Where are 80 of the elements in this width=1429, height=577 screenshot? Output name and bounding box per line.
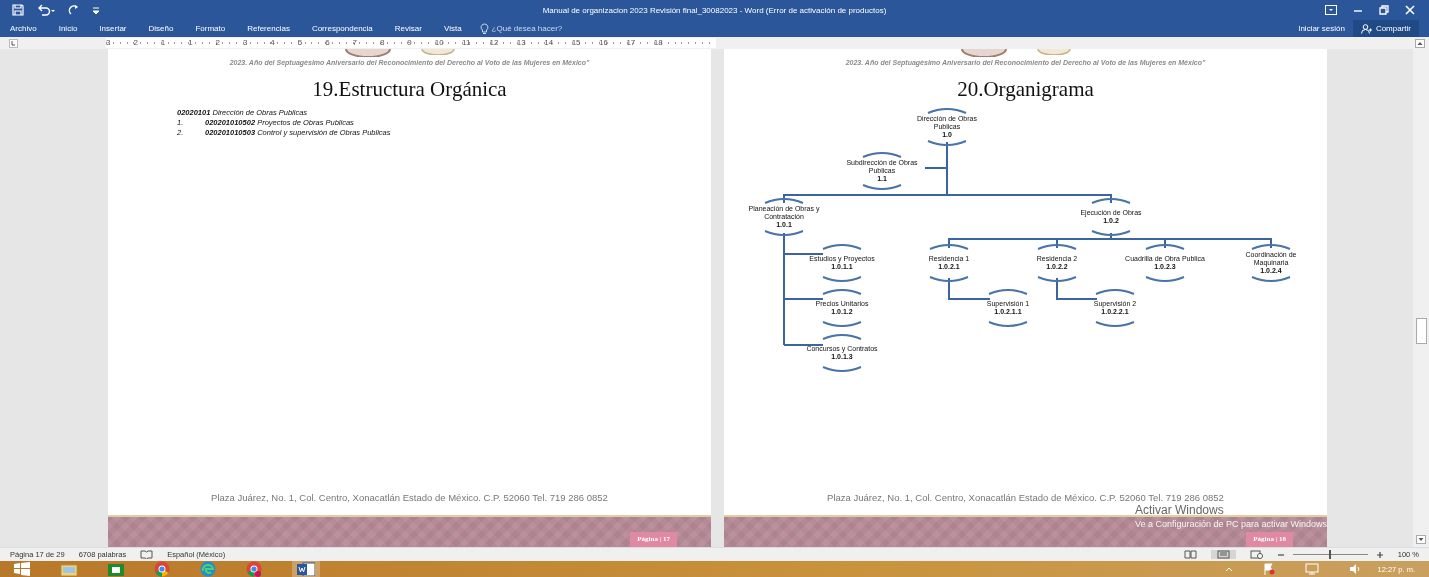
node-arc [764, 198, 804, 204]
chrome-icon[interactable] [246, 561, 262, 577]
vertical-scrollbar[interactable] [1413, 49, 1429, 547]
connector-line [948, 277, 991, 300]
node-arc [862, 152, 902, 158]
footer-address: Plaza Juárez, No. 1, Col. Centro, Xonacatlán Estado de México. C.P. 52060 Tel. 719 286 0852 [211, 492, 608, 503]
sign-in-link[interactable]: Iniciar sesión [1298, 24, 1345, 33]
node-arc [822, 276, 862, 282]
tab-selector-icon[interactable] [9, 38, 18, 48]
node-arc [1095, 321, 1135, 327]
node-arc [1091, 230, 1131, 236]
restore-icon[interactable] [1379, 5, 1389, 15]
customize-caret-icon[interactable] [92, 5, 100, 15]
ribbon-tab[interactable]: Referencias [247, 24, 290, 33]
scroll-up-icon[interactable] [1415, 39, 1425, 48]
undo-icon[interactable] [36, 4, 56, 16]
lightbulb-icon [479, 23, 489, 34]
node-arc [929, 276, 969, 282]
ribbon-tab[interactable]: Inicio [58, 24, 78, 33]
ribbon-tab[interactable]: Correspondencia [311, 24, 373, 33]
seal-drawing [419, 49, 456, 55]
ribbon-tab[interactable]: Diseño [148, 24, 174, 33]
scroll-down-icon[interactable] [1416, 535, 1426, 544]
node-arc [1037, 276, 1077, 282]
seal-drawing [1035, 49, 1072, 55]
node-arc [822, 334, 862, 340]
tray-caret-icon[interactable] [1225, 566, 1234, 572]
node-arc [988, 289, 1028, 295]
window-title: Manual de organizacion 2023 Revisión final_30082023 - Word (Error de activación de productos) [541, 5, 888, 15]
node-arc [1145, 244, 1185, 250]
word-icon[interactable] [297, 562, 315, 576]
ribbon-tab[interactable]: Vista [443, 24, 462, 33]
close-icon[interactable] [1405, 5, 1415, 15]
scroll-thumb[interactable] [1416, 318, 1427, 344]
node-arc [929, 244, 969, 250]
ribbon-tab[interactable]: Insertar [99, 24, 127, 33]
node-arc [1145, 276, 1185, 282]
node-arc [822, 289, 862, 295]
zoom-in-icon[interactable] [1375, 550, 1384, 559]
connector-line [1056, 277, 1098, 300]
web-layout-icon[interactable] [1249, 550, 1263, 559]
section-heading: 19.Estructura Orgánica [312, 77, 507, 102]
volume-icon[interactable] [1349, 563, 1362, 575]
flag-icon[interactable] [1263, 563, 1276, 575]
ribbon-tab[interactable]: Formato [195, 24, 226, 33]
folder-icon[interactable] [60, 562, 78, 576]
ribbon-tab[interactable]: Archivo [10, 24, 37, 33]
footer-address: Plaza Juárez, No. 1, Col. Centro, Xonacatlán Estado de México. C.P. 52060 Tel. 719 286 0852 [827, 492, 1224, 503]
node-arc [1091, 198, 1131, 204]
node-arc [927, 108, 967, 114]
node-arc [1251, 276, 1291, 282]
chrome-icon[interactable] [154, 561, 170, 577]
node-arc [1095, 289, 1135, 295]
node-arc [1037, 244, 1077, 250]
activation-title: Activar Windows [1135, 504, 1224, 517]
share-button[interactable]: Compartir [1352, 20, 1419, 37]
seal-drawing [959, 49, 1008, 57]
store-icon[interactable] [108, 562, 124, 576]
seal-drawing [343, 49, 392, 57]
book-check-icon[interactable] [140, 550, 154, 559]
horizontal-ruler[interactable]: 3 2 1 1 2 3 4 5 6 7 8 9 10 11 12 13 14 15 16 17 18 [106, 38, 716, 48]
read-mode-icon[interactable] [1183, 550, 1197, 559]
windows-start-icon[interactable] [14, 562, 30, 576]
node-arc [764, 230, 804, 236]
node-arc [927, 140, 967, 146]
tell-me-field[interactable]: ¿Qué desea hacer? [479, 23, 582, 34]
node-arc [822, 366, 862, 372]
save-icon[interactable] [12, 4, 24, 16]
print-layout-icon[interactable] [1216, 550, 1230, 559]
redo-icon[interactable] [68, 4, 80, 16]
node-arc [822, 244, 862, 250]
section-heading: 20.Organigrama [957, 77, 1094, 102]
ribbon-display-icon[interactable] [1325, 5, 1337, 15]
node-arc [1251, 244, 1291, 250]
node-arc [862, 184, 902, 190]
ribbon-tab[interactable]: Revisar [394, 24, 422, 33]
zoom-thumb[interactable] [1329, 550, 1332, 559]
person-icon [1360, 23, 1372, 34]
node-arc [988, 321, 1028, 327]
node-arc [822, 321, 862, 327]
